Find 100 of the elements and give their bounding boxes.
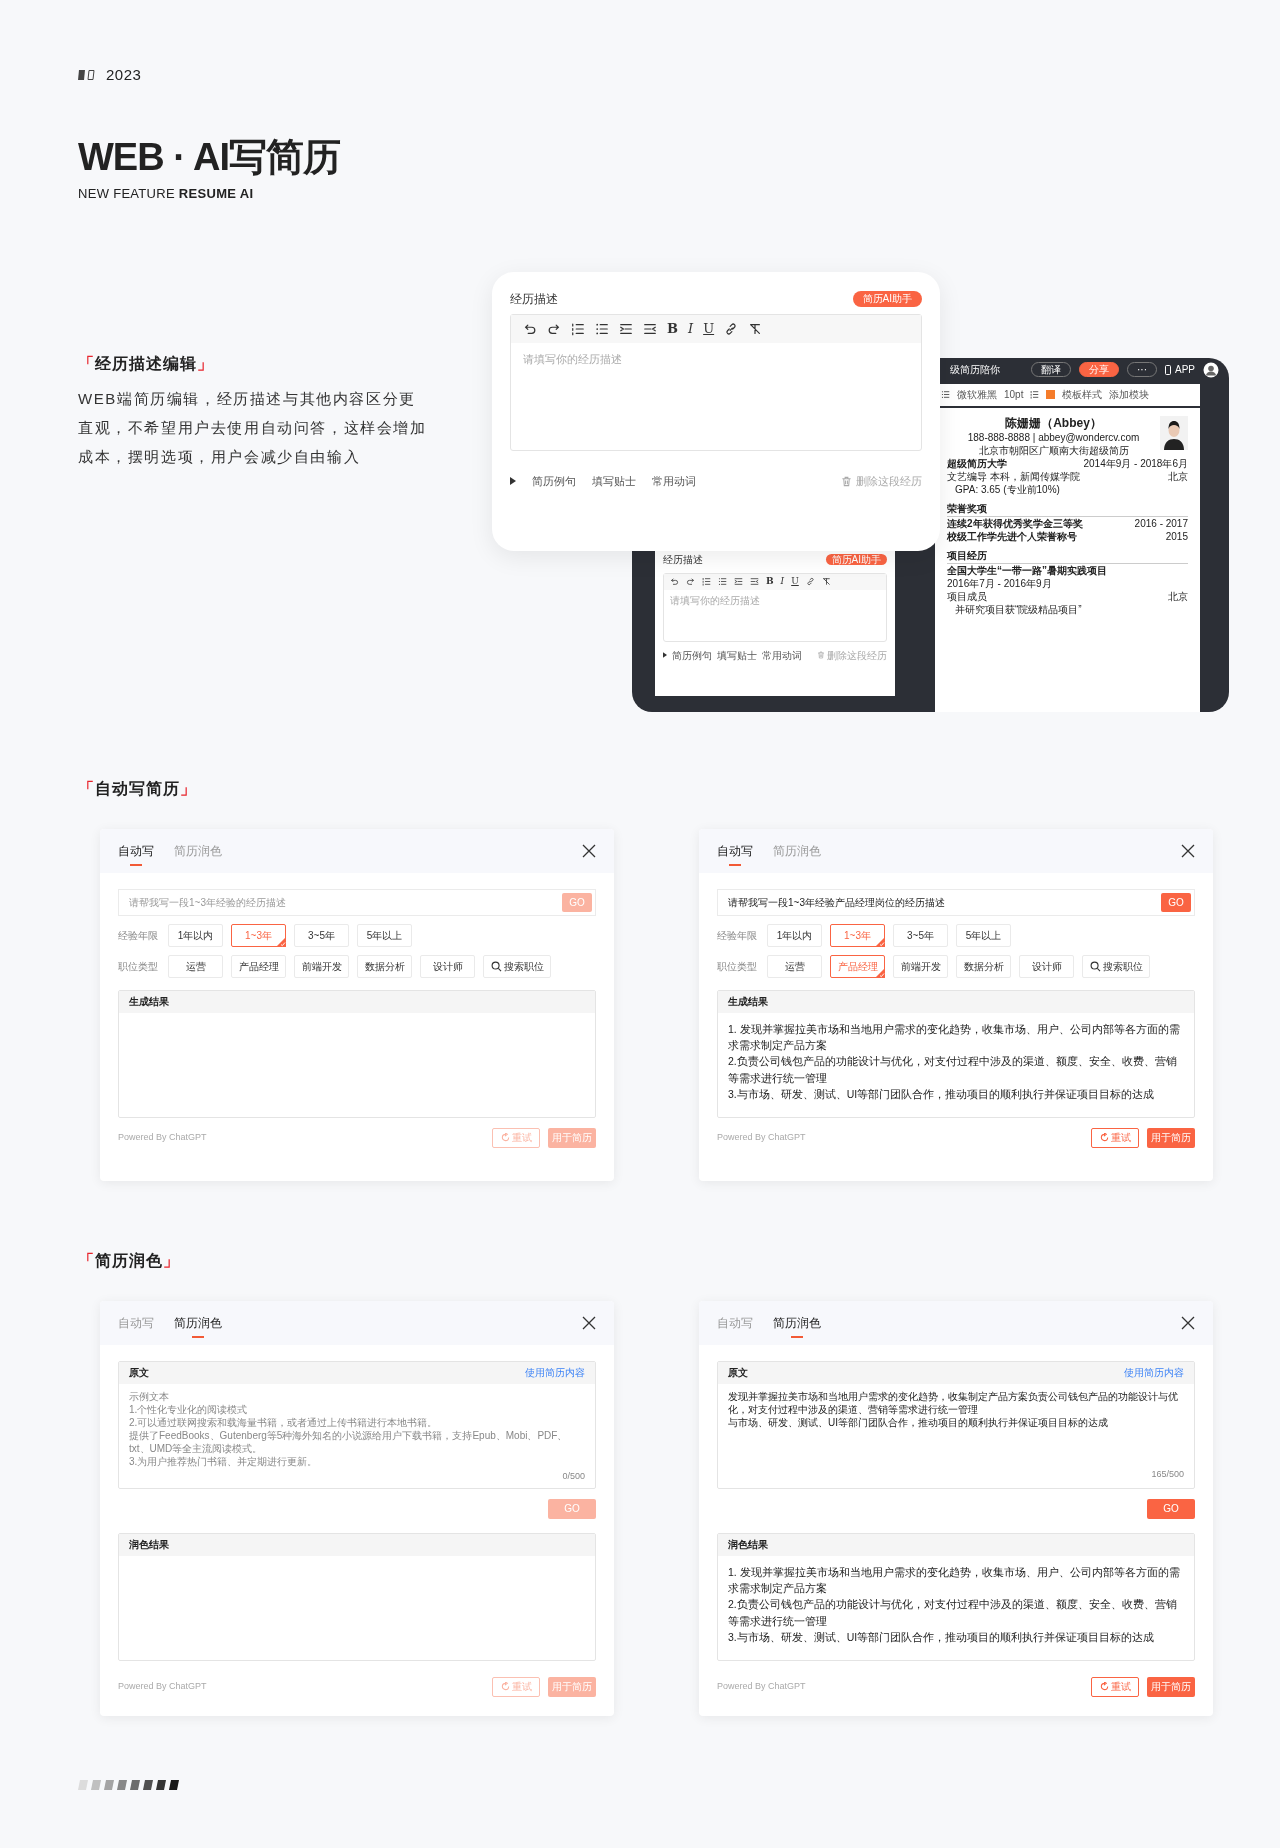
undo-icon <box>670 577 679 587</box>
link-icon <box>724 321 739 336</box>
module-dropdown[interactable]: 添加模块 <box>1109 387 1150 403</box>
option-chip[interactable]: 设计师 <box>420 954 475 978</box>
phone-icon <box>1165 364 1171 375</box>
option-chip[interactable]: 5年以上 <box>357 923 412 947</box>
editor-field[interactable]: B I U 请填写你的经历描述 <box>510 313 922 451</box>
resume-address: 北京市朝阳区广顺南大街超级简历 <box>977 443 1130 457</box>
source-field[interactable]: 原文 使用简历内容 示例文本 1.个性化专业化的阅读模式 2.可以通过联网搜索和载海量书籍，或者通过上传书籍进行本地书籍。 提供了FeedBooks、Gutenberg等5种海外知名的小说源给用户下载书籍，支持Epub、Mobi、PDF、txt、UMD等全主流阅读模式。 3.为用户推荐热门书籍、并定期进行更新。 0/500 <box>118 1360 596 1489</box>
trash-icon <box>817 651 825 660</box>
result-text: 1. 发现并掌握拉美市场和当地用户需求的变化趋势，收集市场、用户、公司内部等各方面的需求需求制定产品方案 <box>728 1564 1181 1597</box>
use-resume-link[interactable]: 使用简历内容 <box>525 1365 585 1381</box>
tip-link[interactable]: 简历例句 <box>672 647 712 663</box>
font-dropdown[interactable]: 微软雅黑 <box>957 387 997 403</box>
format-underline-button[interactable]: U <box>703 321 715 336</box>
powered-by-text: Powered By ChatGPT <box>118 1680 207 1694</box>
refresh-icon <box>500 1682 510 1692</box>
format-bold-button[interactable]: B <box>667 321 678 336</box>
option-chip[interactable]: 数据分析 <box>956 954 1011 978</box>
result-title: 生成结果 <box>718 990 1194 1013</box>
source-text: 发现并掌握拉美市场和当地用户需求的变化趋势，收集制定产品方案负责公司钱包产品的功能设计与优化，对支付过程中涉及的渠道、营销等需求进行统一管理 <box>728 1389 1179 1416</box>
format-italic-button[interactable]: I <box>688 321 694 336</box>
option-chip[interactable]: 1年以内 <box>168 923 223 947</box>
close-icon <box>582 1315 596 1330</box>
search-button[interactable]: 搜索职位 <box>1082 954 1150 978</box>
option-chip[interactable]: 1年以内 <box>767 923 822 947</box>
tip-link[interactable]: 常用动词 <box>762 647 802 663</box>
numbered-list-icon <box>1030 390 1040 400</box>
option-chip[interactable]: 3~5年 <box>294 923 349 947</box>
trash-icon <box>841 475 852 487</box>
outdent-icon <box>643 321 657 336</box>
resume-bullet: 并研究项目获“院级精品项目” <box>954 602 1083 616</box>
filter-label: 经验年限 <box>118 928 159 943</box>
outdent-icon <box>750 577 759 587</box>
page-subtitle: NEW FEATURE RESUME AI <box>78 185 255 204</box>
close-icon <box>1181 1315 1195 1330</box>
field-label: 经历描述 <box>663 552 703 567</box>
character-counter: 165/500 <box>1150 1467 1185 1481</box>
tip-link[interactable]: 填写贴士 <box>717 647 757 663</box>
numbered-list-icon <box>702 577 711 587</box>
section-heading: 「经历描述编辑」 <box>78 353 215 374</box>
option-chip[interactable]: 数据分析 <box>357 954 412 978</box>
option-chip[interactable]: 3~5年 <box>893 923 948 947</box>
undo-icon <box>523 321 537 336</box>
filter-label: 经验年限 <box>717 928 758 943</box>
option-chip[interactable]: 5年以上 <box>956 923 1011 947</box>
numbered-list-icon <box>571 321 585 336</box>
search-button[interactable]: 搜索职位 <box>483 954 551 978</box>
powered-by-text: Powered By ChatGPT <box>118 1131 207 1145</box>
redo-icon <box>547 321 561 336</box>
caret-icon <box>663 652 667 659</box>
app-link[interactable]: APP <box>1165 362 1195 378</box>
option-chip[interactable]: 运营 <box>767 954 822 978</box>
close-icon <box>1181 843 1195 858</box>
tip-link[interactable]: 常用动词 <box>652 472 696 490</box>
bullet-list-icon <box>595 321 609 336</box>
filter-label: 职位类型 <box>717 959 758 974</box>
powered-by-text: Powered By ChatGPT <box>717 1131 806 1145</box>
result-text: 2.负责公司钱包产品的功能设计与优化，对支付过程中涉及的渠道、额度、安全、收费、营销等需求进行统一管理 <box>728 1054 1178 1086</box>
app-title: 级简历陪你 <box>950 363 1000 378</box>
check-corner-icon <box>276 936 286 947</box>
tab[interactable]: 自动写 <box>118 835 154 866</box>
resume-date: 2014年9月 - 2018年6月 <box>1083 456 1188 470</box>
powered-by-text: Powered By ChatGPT <box>717 1680 806 1694</box>
editor-field[interactable]: B I U 请填写你的经历描述 <box>663 572 887 642</box>
source-title: 原文 <box>728 1366 748 1381</box>
clear-format-icon <box>821 577 831 587</box>
format-italic-button[interactable]: I <box>780 577 785 587</box>
indent-icon <box>734 577 743 587</box>
resume-section-title: 项目经历 <box>947 548 1188 564</box>
option-chip[interactable]: 设计师 <box>1019 954 1074 978</box>
option-chip[interactable]: 产品经理 <box>231 954 286 978</box>
result-title: 润色结果 <box>718 1533 1194 1556</box>
search-icon <box>1089 960 1101 972</box>
resume-entry-subtitle: 项目成员 <box>947 589 987 603</box>
refresh-icon <box>1099 1682 1109 1692</box>
tab[interactable]: 自动写 <box>717 835 753 866</box>
character-counter: 0/500 <box>561 1469 586 1483</box>
placeholder-text: 2.可以通过联网搜索和载海量书籍，或者通过上传书籍进行本地书籍。 <box>129 1415 439 1429</box>
placeholder-text: 1.个性化专业化的阅读模式 <box>129 1402 249 1416</box>
resume-entry-subtitle: 文艺编导 本科，新闻传媒学院 <box>947 469 1080 483</box>
resume-contact: 188-888-8888 | abbey@wondercv.com <box>966 430 1141 444</box>
option-chip[interactable]: 前端开发 <box>294 954 349 978</box>
resume-location: 北京 <box>1168 469 1188 483</box>
template-dropdown[interactable]: 模板样式 <box>1062 387 1103 403</box>
option-chip[interactable]: 前端开发 <box>893 954 948 978</box>
use-resume-link[interactable]: 使用简历内容 <box>1124 1365 1184 1381</box>
tip-link[interactable]: 填写贴士 <box>592 472 636 490</box>
tab[interactable]: 简历润色 <box>773 1307 821 1338</box>
tab[interactable]: 简历润色 <box>174 1307 222 1338</box>
format-bold-button[interactable]: B <box>766 577 774 587</box>
format-underline-button[interactable]: U <box>791 577 799 587</box>
resume-entry-title: 全国大学生“一带一路”暑期实践项目 <box>947 563 1107 577</box>
tip-link[interactable]: 简历例句 <box>532 472 576 490</box>
resume-entry-title: 超级简历大学 <box>947 456 1007 470</box>
source-field[interactable]: 原文 使用简历内容 发现并掌握拉美市场和当地用户需求的变化趋势，收集制定产品方案负责公司钱包产品的功能设计与优化，对支付过程中涉及的渠道、营销等需求进行统一管理 与市场、研发、测试、UI等部门团队合作，推动项目的顺利执行并保证项目目标的达成 165/500 <box>717 1360 1195 1489</box>
size-dropdown[interactable]: 10pt <box>1004 387 1024 403</box>
source-title: 原文 <box>129 1366 149 1381</box>
prompt-field[interactable]: 请帮我写一段1~3年经验产品经理岗位的经历描述 GO <box>717 888 1195 916</box>
option-chip[interactable]: 运营 <box>168 954 223 978</box>
